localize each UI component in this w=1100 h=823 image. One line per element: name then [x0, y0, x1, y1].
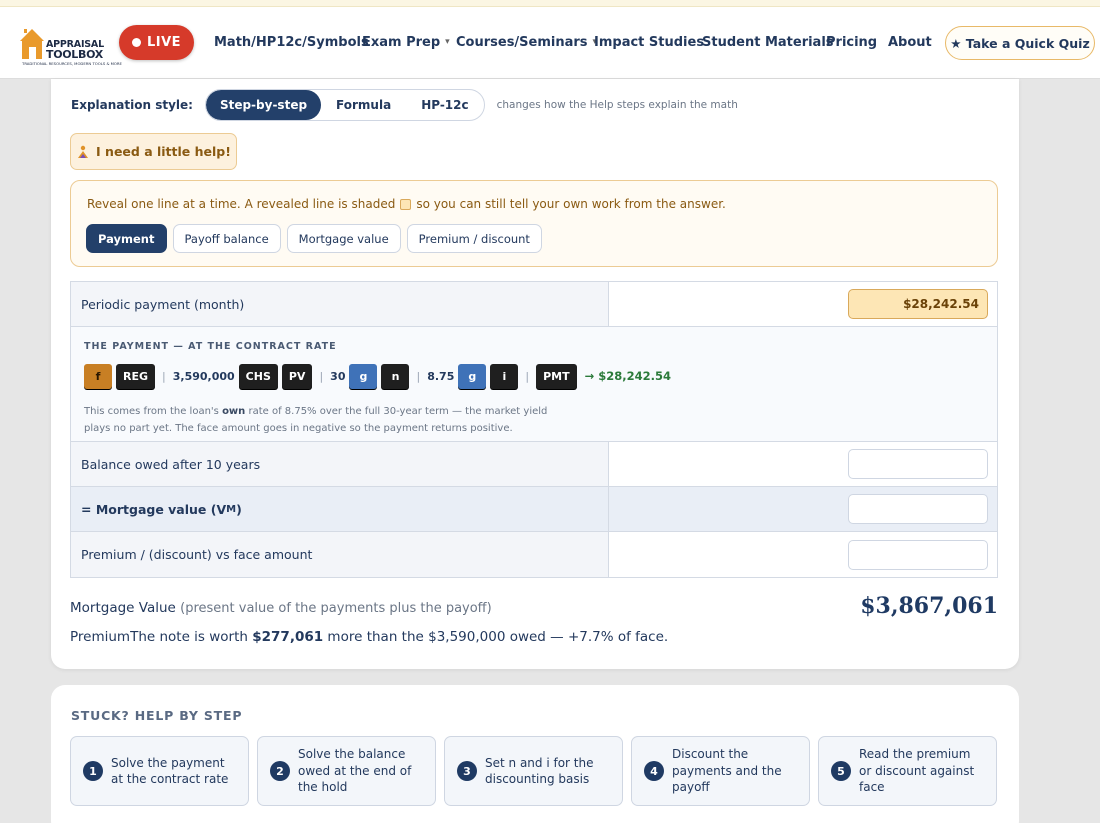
reveal-tab-payoff-balance[interactable]: Payoff balance	[172, 224, 281, 253]
explanation-style-row: Explanation style: Step-by-step Formula …	[71, 89, 738, 121]
reveal-panel: Reveal one line at a time. A revealed li…	[70, 180, 998, 267]
balance-label: Balance owed after 10 years	[71, 442, 609, 486]
reveal-tab-payment[interactable]: Payment	[86, 224, 167, 253]
chevron-down-icon: ▾	[445, 37, 450, 47]
key-f: f	[84, 363, 112, 389]
live-label: LIVE	[146, 35, 182, 50]
key-n: n	[381, 363, 410, 389]
live-button[interactable]: LIVE	[119, 25, 194, 60]
explanation-style-note: changes how the Help steps explain the m…	[496, 99, 738, 111]
help-button-label: I need a little help!	[96, 144, 231, 159]
explanation-style-label: Explanation style:	[71, 98, 193, 112]
mortgage-value-input[interactable]	[848, 494, 988, 524]
help-step-2[interactable]: 2 Solve the balance owed at the end of th…	[257, 736, 436, 806]
hp12c-keystrokes: f REG | 3,590,000 CHS PV | 30 g n | 8.75…	[84, 363, 671, 389]
nav-link-math[interactable]: Math/HP12c/Symbols	[214, 35, 369, 50]
contract-rate: 8.75	[427, 369, 455, 383]
logo[interactable]: APPRAISAL TOOLBOX TRADITIONAL RESOURCES,…	[20, 25, 122, 67]
nav-link-about[interactable]: About	[888, 35, 932, 50]
balance-input[interactable]	[848, 449, 988, 479]
style-step-by-step[interactable]: Step-by-step	[205, 90, 322, 120]
keystroke-result: → $28,242.54	[584, 369, 671, 383]
help-step-4[interactable]: 4 Discount the payments and the payoff	[631, 736, 810, 806]
mortgage-value-label: = Mortgage value (V M)	[71, 487, 609, 531]
mortgage-value-row: = Mortgage value (V M)	[71, 487, 997, 532]
reveal-tab-mortgage-value[interactable]: Mortgage value	[286, 224, 401, 253]
logo-line2: TOOLBOX	[46, 48, 103, 61]
help-step-3[interactable]: 3 Set n and i for the discounting basis	[444, 736, 623, 806]
premium-label: Premium / (discount) vs face amount	[71, 532, 609, 577]
mortgage-value-amount: $3,867,061	[860, 593, 998, 619]
payment-explanation: THE PAYMENT — AT THE CONTRACT RATE f REG…	[71, 327, 997, 442]
help-step-1[interactable]: 1 Solve the payment at the contract rate	[70, 736, 249, 806]
shaded-swatch	[400, 198, 412, 210]
nav-link-student-materials[interactable]: Student Materials	[702, 35, 834, 50]
reveal-tabs: Payment Payoff balance Mortgage value Pr…	[86, 224, 542, 253]
key-i: i	[490, 363, 519, 389]
premium-input[interactable]	[848, 539, 988, 570]
reveal-text-before: Reveal one line at a time. A revealed li…	[87, 197, 396, 211]
payment-label: Periodic payment (month)	[71, 282, 609, 326]
nav-link-exam-prep[interactable]: Exam Prep ▾	[362, 35, 450, 50]
worksheet-table: Periodic payment (month) $28,242.54 THE …	[70, 281, 998, 578]
top-nav: APPRAISAL TOOLBOX TRADITIONAL RESOURCES,…	[0, 7, 1100, 79]
balance-row: Balance owed after 10 years	[71, 442, 997, 487]
premium-summary: PremiumThe note is worth $277,061 more t…	[70, 629, 669, 645]
help-button[interactable]: I need a little help!	[70, 133, 237, 170]
explanation-style-toggle: Step-by-step Formula HP-12c	[204, 89, 485, 121]
reveal-instructions: Reveal one line at a time. A revealed li…	[87, 197, 726, 211]
premium-row: Premium / (discount) vs face amount	[71, 532, 997, 577]
key-g: g	[458, 363, 487, 389]
person-icon	[78, 145, 89, 158]
key-g: g	[349, 363, 378, 389]
nav-link-courses[interactable]: Courses/Seminars ▾	[456, 35, 597, 50]
nav-link-pricing[interactable]: Pricing	[826, 35, 877, 50]
house-icon	[20, 29, 44, 59]
key-chs: CHS	[238, 363, 278, 389]
explanation-heading: THE PAYMENT — AT THE CONTRACT RATE	[84, 341, 337, 352]
record-dot-icon	[131, 38, 141, 47]
term-years: 30	[330, 369, 346, 383]
pv-amount: 3,590,000	[172, 369, 235, 383]
key-pmt: PMT	[536, 363, 577, 389]
logo-tagline: TRADITIONAL RESOURCES, MODERN TOOLS & MO…	[22, 61, 122, 66]
mortgage-value-summary: Mortgage Value (present value of the pay…	[70, 600, 492, 616]
key-pv: PV	[281, 363, 313, 389]
calculator-card: Explanation style: Step-by-step Formula …	[51, 79, 1019, 669]
key-reg: REG	[116, 363, 156, 389]
stuck-help-card: STUCK? HELP BY STEP 1 Solve the payment a…	[51, 685, 1019, 823]
payment-input[interactable]: $28,242.54	[848, 289, 988, 319]
help-step-5[interactable]: 5 Read the premium or discount against fa…	[818, 736, 997, 806]
payment-row: Periodic payment (month) $28,242.54	[71, 282, 997, 327]
help-steps: 1 Solve the payment at the contract rate …	[70, 736, 997, 806]
quick-quiz-button[interactable]: ★ Take a Quick Quiz	[945, 26, 1095, 60]
explanation-note: This comes from the loan's own rate of 8…	[84, 406, 548, 434]
nav-link-impact-studies[interactable]: Impact Studies	[594, 35, 704, 50]
style-formula[interactable]: Formula	[321, 90, 406, 120]
stuck-heading: STUCK? HELP BY STEP	[71, 708, 243, 723]
style-hp12c[interactable]: HP-12c	[406, 90, 483, 120]
top-strip	[0, 0, 1100, 7]
reveal-text-after: so you can still tell your own work from…	[416, 197, 726, 211]
reveal-tab-premium-discount[interactable]: Premium / discount	[406, 224, 542, 253]
